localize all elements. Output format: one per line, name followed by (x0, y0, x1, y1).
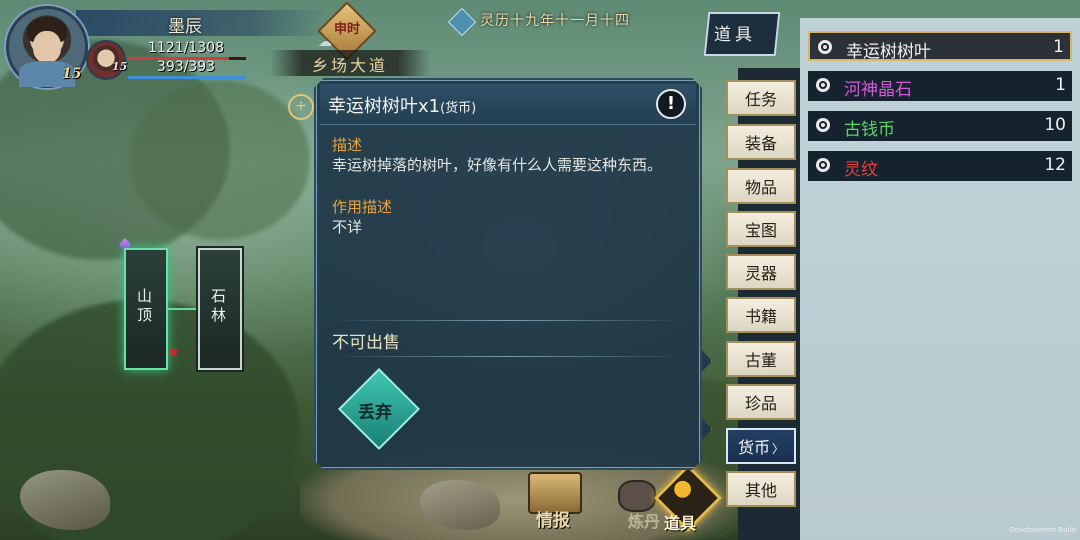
map-node-connector (166, 308, 198, 310)
companion-level: 15 (112, 60, 128, 73)
category-tab[interactable]: 其他 (726, 471, 796, 507)
item-detail-popup: 幸运树树叶x1(货币) ! 描述 幸运树掉落的树叶，好像有什么人需要这种东西。 … (314, 78, 702, 470)
item-bullet-icon (818, 40, 832, 54)
exclamation-icon[interactable]: ! (656, 89, 686, 119)
item-count: 10 (1044, 115, 1066, 135)
mp-text: 393/393 (156, 59, 216, 75)
dev-build-watermark: Development Build (1009, 526, 1076, 534)
portrait-face (33, 31, 61, 63)
mp-bar (128, 76, 246, 79)
category-tab-label: 装备 (744, 134, 777, 153)
mp-bar-fill (128, 76, 246, 79)
popup-item-tag: (货币) (440, 101, 477, 116)
map-node-summit-label: 山顶 (135, 288, 153, 326)
popup-item-name: 幸运树树叶x1 (328, 96, 441, 117)
item-row[interactable]: 灵纹 12 (808, 151, 1072, 181)
category-tab[interactable]: 古董 (726, 341, 796, 377)
hp-text: 1121/1308 (148, 40, 224, 56)
map-node-stone-forest-label: 石林 (209, 288, 227, 326)
cloud-icon: ☁ (318, 34, 332, 50)
blocked-x-icon: ✖ (168, 346, 179, 361)
category-tab-label: 宝图 (744, 221, 777, 240)
popup-title: 幸运树树叶x1(货币) (328, 92, 476, 118)
category-tab-label: 书籍 (744, 307, 777, 326)
item-count: 12 (1044, 155, 1066, 175)
category-tab[interactable]: 货币〉 (726, 428, 796, 464)
quest-tracker-icon[interactable]: + (288, 94, 314, 120)
category-tab[interactable]: 珍品 (726, 384, 796, 420)
item-count: 1 (1053, 37, 1064, 57)
chevron-right-icon: 〉 (772, 442, 785, 456)
item-row[interactable]: 幸运树树叶 1 (808, 31, 1072, 62)
tree-foliage (130, 80, 310, 240)
category-tab-label: 货币 (737, 438, 770, 457)
category-tab[interactable]: 书籍 (726, 297, 796, 333)
item-bullet-icon (816, 78, 830, 92)
item-name: 幸运树树叶 (846, 42, 931, 62)
time-badge-text: 申时 (333, 22, 360, 37)
category-tab[interactable]: 宝图 (726, 211, 796, 247)
pouch-icon: ● (673, 476, 693, 501)
item-bullet-icon (816, 118, 830, 132)
divider (332, 356, 684, 357)
panel-title: 道具 (714, 25, 756, 45)
category-tab-label: 古董 (744, 351, 777, 370)
item-name: 河神晶石 (844, 80, 912, 100)
item-name: 古钱币 (844, 120, 895, 140)
craft-button-label[interactable]: 炼丹 (628, 508, 660, 532)
category-tab-label: 其他 (744, 481, 777, 500)
location-name: 乡场大道 (311, 56, 388, 75)
item-count: 1 (1055, 75, 1066, 95)
item-row[interactable]: 古钱币 10 (808, 111, 1072, 141)
category-tab-label: 珍品 (744, 394, 777, 413)
item-name: 灵纹 (844, 160, 878, 180)
description-text: 幸运树掉落的树叶，好像有什么人需要这种东西。 (332, 156, 663, 174)
info-button-label[interactable]: 情报 (536, 506, 570, 531)
not-sellable-text: 不可出售 (332, 333, 400, 353)
category-tab[interactable]: 任务 (726, 80, 796, 116)
effect-label: 作用描述 (332, 198, 393, 216)
player-name: 墨辰 (168, 17, 202, 37)
date-text: 灵历十九年十一月十四 (480, 13, 630, 29)
category-tab[interactable]: 灵器 (726, 254, 796, 290)
category-tab[interactable]: 装备 (726, 124, 796, 160)
category-tab[interactable]: 物品 (726, 168, 796, 204)
divider (332, 320, 684, 321)
item-row[interactable]: 河神晶石 1 (808, 71, 1072, 101)
category-tab-label: 灵器 (744, 264, 777, 283)
category-tab-label: 物品 (744, 178, 777, 197)
description-label: 描述 (332, 136, 363, 154)
category-tab-label: 任务 (744, 90, 777, 109)
discard-button-label[interactable]: 丢弃 (358, 398, 392, 423)
effect-text: 不详 (332, 218, 363, 236)
item-bullet-icon (816, 158, 830, 172)
items-button-label[interactable]: 道具 (664, 510, 696, 534)
player-level: 15 (62, 66, 82, 82)
